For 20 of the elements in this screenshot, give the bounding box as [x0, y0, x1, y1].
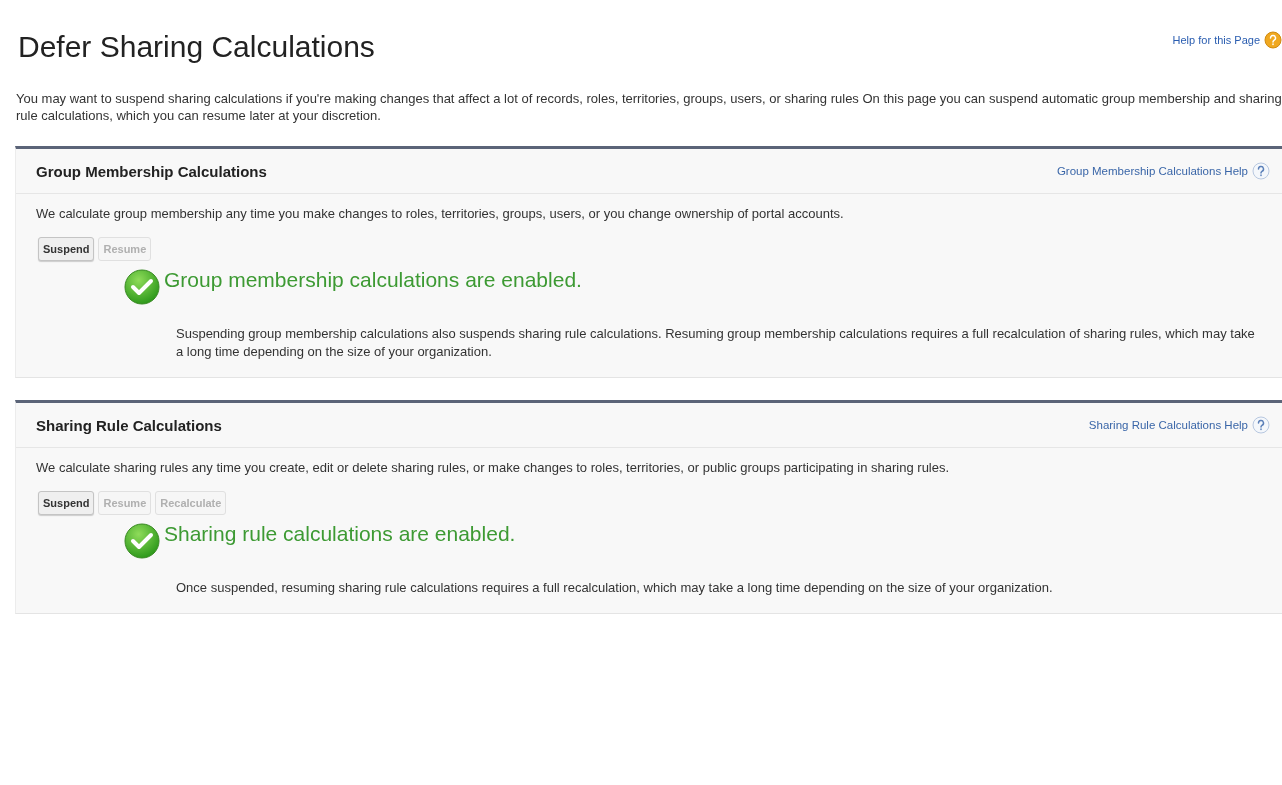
section-description: We calculate sharing rules any time you create, edit or delete sharing rules, or make changes to roles, territories, or public groups participating in sharing rules.: [36, 459, 951, 477]
status-message: Group membership calculations are enabled.: [164, 268, 582, 292]
section-description: We calculate group membership any time you make changes to roles, territories, groups, users, or you change ownership of portal accounts.: [36, 205, 845, 223]
help-link[interactable]: Help for this Page: [1172, 34, 1260, 46]
intro-text: You may want to suspend sharing calculations if you're making changes that affect a lot of records, roles, territories, groups, users, or sharing rules On this page you can suspend automatic group membership and sharing rule calculations, which you can resume later at your discretion.: [16, 90, 1282, 124]
status-message: Sharing rule calculations are enabled.: [164, 522, 516, 546]
help-icon: [1252, 416, 1270, 434]
action-button[interactable]: Suspend: [38, 491, 95, 515]
section-note: Once suspended, resuming sharing rule calculations requires a full recalculation, which may take a long time depending on the size of your organization.: [176, 579, 1054, 597]
section-title: Sharing Rule Calculations: [36, 416, 222, 434]
section-note: Suspending group membership calculations also suspends sharing rule calculations. Resuming group membership calculations requires a full recalculation of sharing rules, which may take a long time depending on the size of your organization.: [176, 325, 1256, 361]
help-icon: [1264, 31, 1282, 49]
section-title: Group Membership Calculations: [36, 162, 267, 180]
check-icon: [124, 523, 160, 559]
section-help-link[interactable]: Sharing Rule Calculations Help: [1088, 419, 1248, 431]
section-help-link[interactable]: Group Membership Calculations Help: [1056, 165, 1248, 177]
action-button[interactable]: Suspend: [38, 237, 95, 261]
page-title: Defer Sharing Calculations: [18, 30, 375, 64]
help-icon: [1252, 162, 1270, 180]
check-icon: [124, 269, 160, 305]
